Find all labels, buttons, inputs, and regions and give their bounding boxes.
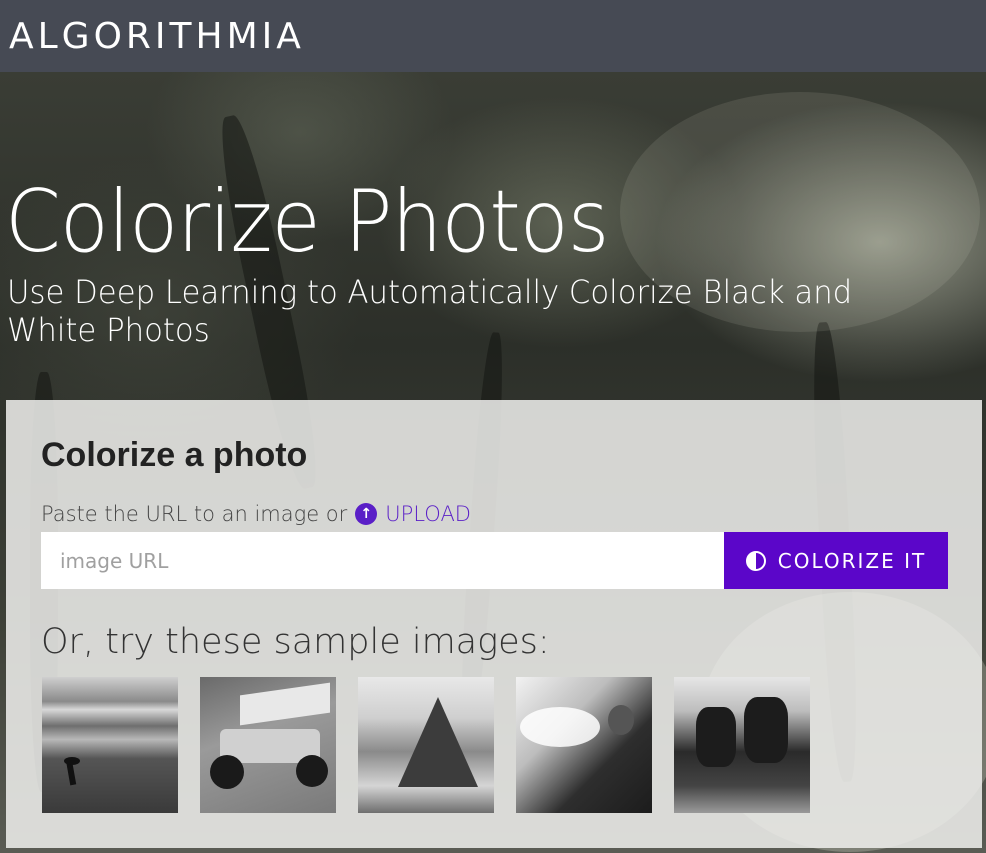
colorize-button[interactable]: COLORIZE IT <box>724 532 948 589</box>
samples-heading: Or, try these sample images: <box>41 622 550 662</box>
panel-title: Colorize a photo <box>41 436 308 474</box>
wheel-shape <box>210 755 244 789</box>
sample-cows[interactable] <box>674 677 810 813</box>
algorithmia-logo[interactable]: ALGORITHMIA <box>9 16 305 57</box>
page-title: Colorize Photos <box>5 172 609 272</box>
upload-arrow-icon: ↑ <box>355 503 378 525</box>
hero-section: Colorize Photos Use Deep Learning to Aut… <box>0 72 986 853</box>
image-url-input[interactable] <box>41 532 724 589</box>
contrast-icon <box>745 550 766 571</box>
sample-mountain[interactable] <box>358 677 494 813</box>
page-subtitle: Use Deep Learning to Automatically Color… <box>7 273 853 349</box>
colorize-label: COLORIZE IT <box>777 548 927 573</box>
head-shape <box>608 705 634 735</box>
fire-shape <box>520 707 600 747</box>
upload-link[interactable]: ↑ UPLOAD <box>355 502 471 526</box>
car-wing-shape <box>240 682 330 726</box>
sample-fire-breather[interactable] <box>516 677 652 813</box>
wheel-shape <box>296 755 328 787</box>
sample-images <box>42 677 810 813</box>
paste-text: Paste the URL to an image or <box>41 502 348 526</box>
sample-beach-bird[interactable] <box>42 677 178 813</box>
cow-shape <box>744 697 788 763</box>
peak-shape <box>398 697 478 787</box>
sample-race-car[interactable] <box>200 677 336 813</box>
bird-body-shape <box>64 757 80 765</box>
colorize-panel: Colorize a photo Paste the URL to an ima… <box>6 400 982 848</box>
upload-label: UPLOAD <box>385 502 471 526</box>
paste-instructions: Paste the URL to an image or ↑ UPLOAD <box>41 502 471 526</box>
top-bar: ALGORITHMIA <box>0 0 986 72</box>
cow-shape <box>696 707 736 767</box>
